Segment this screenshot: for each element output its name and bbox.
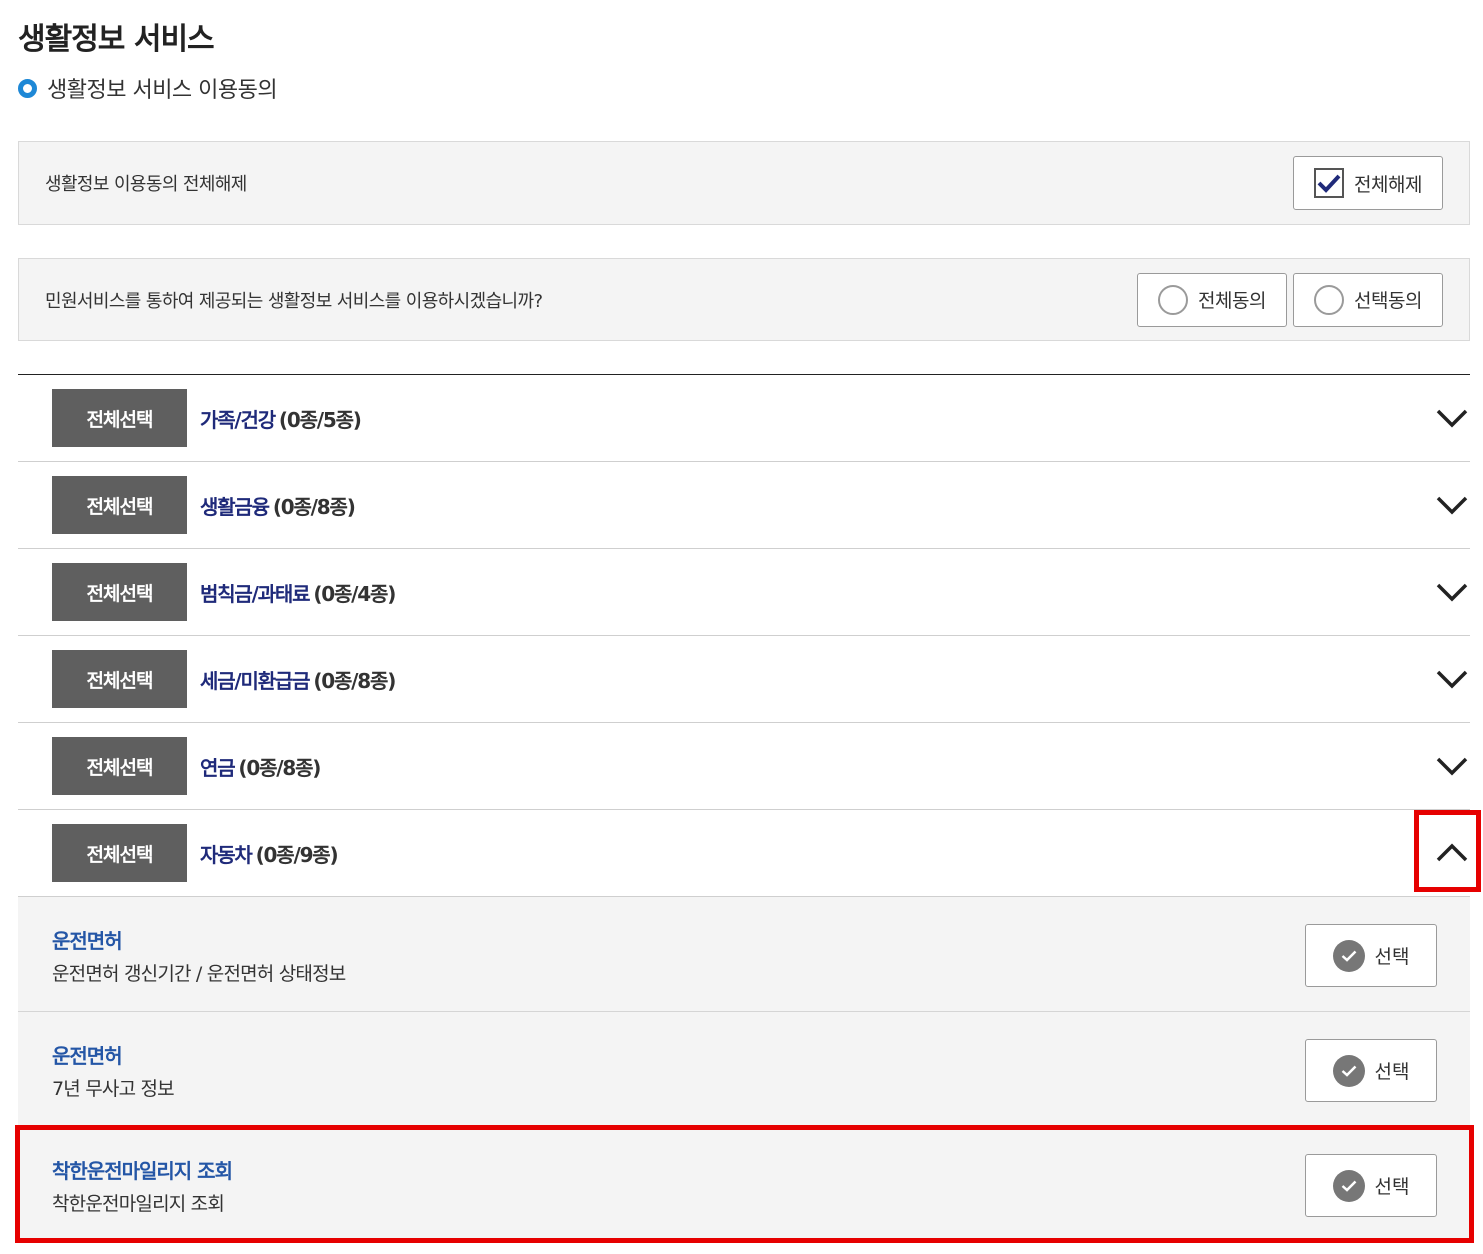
service-item: 운전면허 운전면허 갱신기간 / 운전면허 상태정보 선택 (18, 897, 1470, 1012)
agree-all-label: 전체동의 (1198, 290, 1266, 312)
category-name[interactable]: 가족/건강 (200, 404, 276, 433)
select-service-label: 선택 (1374, 1061, 1410, 1083)
category-name[interactable]: 세금/미환급금 (200, 665, 311, 694)
category-row-tax: 전체선택 세금/미환급금 (0종/8종) (18, 636, 1470, 723)
section-heading: 생활정보 서비스 이용동의 (18, 72, 278, 104)
agree-all-button[interactable]: 전체동의 (1137, 272, 1287, 327)
select-all-button[interactable]: 전체선택 (52, 650, 187, 708)
select-service-button[interactable]: 선택 (1305, 1154, 1437, 1217)
consent-question: 민원서비스를 통하여 제공되는 생활정보 서비스를 이용하시겠습니까? (45, 290, 543, 312)
service-title: 운전면허 (52, 1044, 123, 1068)
section-heading-text: 생활정보 서비스 이용동의 (47, 78, 278, 103)
check-circle-icon (1332, 1169, 1365, 1202)
select-all-button[interactable]: 전체선택 (52, 737, 187, 795)
category-count: (0종/8종) (313, 668, 396, 693)
check-circle-icon (1332, 1054, 1365, 1087)
service-description: 7년 무사고 정보 (52, 1078, 175, 1100)
category-row-finance: 전체선택 생활금융 (0종/8종) (18, 462, 1470, 549)
category-name[interactable]: 자동차 (200, 839, 253, 868)
select-all-button[interactable]: 전체선택 (52, 476, 187, 534)
chevron-up-icon[interactable] (1434, 835, 1470, 871)
select-service-label: 선택 (1374, 1176, 1410, 1198)
category-name[interactable]: 연금 (200, 752, 236, 781)
category-row-vehicle: 전체선택 자동차 (0종/9종) (18, 810, 1470, 897)
category-list: 전체선택 가족/건강 (0종/5종) 전체선택 생활금융 (0종/8종) 전체선… (18, 374, 1470, 897)
agree-selected-label: 선택동의 (1354, 290, 1422, 312)
select-all-button[interactable]: 전체선택 (52, 389, 187, 447)
chevron-down-icon[interactable] (1434, 748, 1470, 784)
agree-selected-button[interactable]: 선택동의 (1293, 272, 1443, 327)
checkbox-checked-icon (1314, 168, 1345, 198)
service-title: 운전면허 (52, 929, 123, 953)
service-description: 운전면허 갱신기간 / 운전면허 상태정보 (52, 963, 346, 985)
page-title: 생활정보 서비스 (18, 22, 215, 57)
chevron-down-icon[interactable] (1434, 487, 1470, 523)
service-description: 착한운전마일리지 조회 (52, 1193, 225, 1215)
release-all-text: 생활정보 이용동의 전체해제 (45, 174, 247, 195)
select-service-button[interactable]: 선택 (1305, 924, 1437, 987)
category-row-family-health: 전체선택 가족/건강 (0종/5종) (18, 375, 1470, 462)
select-service-label: 선택 (1374, 946, 1410, 968)
chevron-down-icon[interactable] (1434, 400, 1470, 436)
category-name[interactable]: 범칙금/과태료 (200, 578, 311, 607)
service-item: 착한운전마일리지 조회 착한운전마일리지 조회 선택 (18, 1127, 1470, 1242)
radio-icon (1314, 284, 1345, 315)
consent-button-group: 전체동의 선택동의 (1137, 272, 1443, 327)
radio-icon (1158, 284, 1189, 315)
service-list: 운전면허 운전면허 갱신기간 / 운전면허 상태정보 선택 운전면허 7년 무사… (18, 897, 1470, 1242)
select-all-button[interactable]: 전체선택 (52, 563, 187, 621)
check-circle-icon (1332, 939, 1365, 972)
chevron-down-icon[interactable] (1434, 661, 1470, 697)
category-count: (0종/9종) (255, 842, 339, 867)
category-row-fines: 전체선택 범칙금/과태료 (0종/4종) (18, 549, 1470, 636)
bullet-ring-icon (18, 78, 37, 98)
category-row-pension: 전체선택 연금 (0종/8종) (18, 723, 1470, 810)
release-all-button[interactable]: 전체해제 (1293, 156, 1443, 210)
category-count: (0종/4종) (313, 581, 396, 606)
release-all-label: 전체해제 (1354, 173, 1422, 196)
category-count: (0종/8종) (272, 494, 356, 519)
consent-panel: 민원서비스를 통하여 제공되는 생활정보 서비스를 이용하시겠습니까? 전체동의… (18, 258, 1470, 341)
chevron-down-icon[interactable] (1434, 574, 1470, 610)
release-all-panel: 생활정보 이용동의 전체해제 전체해제 (18, 141, 1470, 225)
category-count: (0종/8종) (238, 755, 321, 780)
service-item: 운전면허 7년 무사고 정보 선택 (18, 1012, 1470, 1127)
category-name[interactable]: 생활금융 (200, 491, 270, 520)
select-service-button[interactable]: 선택 (1305, 1039, 1437, 1102)
service-title: 착한운전마일리지 조회 (52, 1159, 233, 1183)
category-count: (0종/5종) (278, 407, 362, 432)
select-all-button[interactable]: 전체선택 (52, 824, 187, 882)
